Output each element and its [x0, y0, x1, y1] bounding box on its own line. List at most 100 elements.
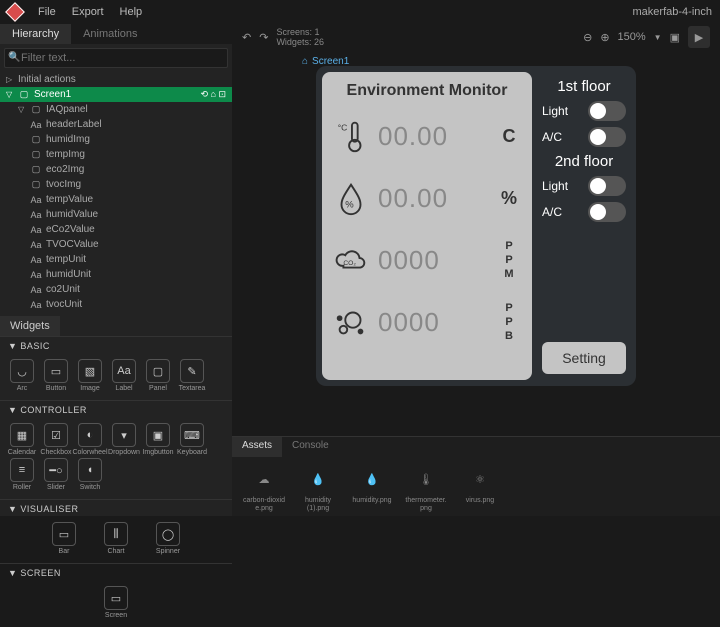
screen-icon: ▢: [18, 89, 30, 100]
widget-slider[interactable]: ━○Slider: [40, 458, 72, 491]
asset-item[interactable]: 💧humidity.png: [350, 463, 394, 513]
widget-dropdown[interactable]: ▾Dropdown: [108, 423, 140, 456]
tree-item-co2Unit[interactable]: Aaco2Unit: [0, 282, 232, 297]
tree-initial-actions[interactable]: ▷Initial actions: [0, 72, 232, 87]
assets-panel: Assets Console ☁carbon-dioxid e.png💧humi…: [232, 436, 720, 516]
filter-input[interactable]: [4, 48, 228, 68]
left-panel: Hierarchy Animations 🔍 ▷Initial actions …: [0, 24, 232, 516]
canvas[interactable]: ⌂ Screen1 Environment Monitor °C 00.00 C…: [232, 50, 720, 436]
tree-item-tempUnit[interactable]: AatempUnit: [0, 252, 232, 267]
zoom-in-icon[interactable]: ⊕: [600, 31, 609, 44]
tree-item-eco2Img[interactable]: ▢eco2Img: [0, 162, 232, 177]
search-icon: 🔍: [8, 52, 20, 63]
widgets-screen: ▼ SCREEN ▭Screen: [0, 563, 232, 627]
chevron-down-icon[interactable]: ▼: [654, 33, 662, 42]
widget-bar[interactable]: ▭Bar: [44, 522, 84, 555]
asset-item[interactable]: 🌡thermometer. png: [404, 463, 448, 513]
widget-label[interactable]: AaLabel: [108, 359, 140, 392]
widget-image[interactable]: ▧Image: [74, 359, 106, 392]
fit-icon[interactable]: ▣: [670, 31, 680, 44]
widgets-tab[interactable]: Widgets: [0, 316, 60, 336]
tree-item-TVOCValue[interactable]: AaTVOCValue: [0, 237, 232, 252]
tree-panel[interactable]: ▽▢IAQpanel: [0, 102, 232, 117]
svg-text:CO₂: CO₂: [343, 260, 356, 267]
switch-f2-light[interactable]: [588, 176, 626, 196]
undo-icon[interactable]: ↶: [242, 31, 251, 44]
widget-panel[interactable]: ▢Panel: [142, 359, 174, 392]
widget-chart[interactable]: ⫼Chart: [96, 522, 136, 555]
widget-imgbutton[interactable]: ▣Imgbutton: [142, 423, 174, 456]
widget-button[interactable]: ▭Button: [40, 359, 72, 392]
tree-item-tempImg[interactable]: ▢tempImg: [0, 147, 232, 162]
env-panel[interactable]: Environment Monitor °C 00.00 C % 00.00 %…: [322, 72, 532, 380]
asset-item[interactable]: ☁carbon-dioxid e.png: [242, 463, 286, 513]
thermometer-icon: °C: [330, 115, 372, 157]
tree-item-humidImg[interactable]: ▢humidImg: [0, 132, 232, 147]
widget-screen[interactable]: ▭Screen: [100, 586, 132, 619]
redo-icon[interactable]: ↷: [259, 31, 268, 44]
co2-value: 0000: [378, 245, 488, 276]
co2-icon: CO₂: [330, 239, 372, 281]
left-tabs: Hierarchy Animations: [0, 24, 232, 44]
tab-hierarchy[interactable]: Hierarchy: [0, 24, 71, 44]
tree-item-eCo2Value[interactable]: AaeCo2Value: [0, 222, 232, 237]
tree-screen1[interactable]: ▽▢Screen1 ⟲ ⌂ ⊡: [0, 87, 232, 102]
tvoc-unit: PPB: [494, 301, 524, 343]
co2-unit: PPM: [494, 239, 524, 281]
env-title: Environment Monitor: [330, 82, 524, 100]
widget-checkbox[interactable]: ☑Checkbox: [40, 423, 72, 456]
tvoc-icon: [330, 301, 372, 343]
zoom-level[interactable]: 150%: [618, 31, 646, 43]
tree-item-humidValue[interactable]: AahumidValue: [0, 207, 232, 222]
tab-assets[interactable]: Assets: [232, 437, 282, 457]
tree-item-tempValue[interactable]: AatempValue: [0, 192, 232, 207]
widget-keyboard[interactable]: ⌨Keyboard: [176, 423, 208, 456]
widget-textarea[interactable]: ✎Textarea: [176, 359, 208, 392]
menu-export[interactable]: Export: [72, 6, 104, 18]
menu-file[interactable]: File: [38, 6, 56, 18]
widgets-basic: ▼ BASIC ◡Arc▭Button▧ImageAaLabel▢Panel✎T…: [0, 336, 232, 400]
tree-item-headerLabel[interactable]: AaheaderLabel: [0, 117, 232, 132]
play-button[interactable]: ▶: [688, 26, 710, 48]
widget-arc[interactable]: ◡Arc: [6, 359, 38, 392]
switch-f1-ac[interactable]: [588, 127, 626, 147]
zoom-out-icon[interactable]: ⊖: [583, 31, 592, 44]
floor2-light: Light: [542, 176, 626, 196]
tree-item-tvocImg[interactable]: ▢tvocImg: [0, 177, 232, 192]
svg-text:%: %: [345, 200, 354, 211]
tree-item-humidUnit[interactable]: AahumidUnit: [0, 267, 232, 282]
asset-item[interactable]: 💧humidity (1).png: [296, 463, 340, 513]
tab-animations[interactable]: Animations: [71, 24, 149, 44]
tree-item-actions[interactable]: ⟲ ⌂ ⊡: [200, 89, 226, 100]
home-icon: ⌂: [302, 56, 308, 67]
floor1-light: Light: [542, 101, 626, 121]
menu-help[interactable]: Help: [120, 6, 143, 18]
widget-calendar[interactable]: ▦Calendar: [6, 423, 38, 456]
breadcrumb[interactable]: ⌂ Screen1: [302, 56, 349, 67]
humidity-icon: %: [330, 177, 372, 219]
widget-roller[interactable]: ≡Roller: [6, 458, 38, 491]
stats: Screens: 1 Widgets: 26: [276, 27, 324, 47]
switch-f1-light[interactable]: [588, 101, 626, 121]
device-preview[interactable]: Environment Monitor °C 00.00 C % 00.00 %…: [316, 66, 636, 386]
svg-text:°C: °C: [338, 122, 348, 132]
widget-spinner[interactable]: ◯Spinner: [148, 522, 188, 555]
tree-item-tvocUnit[interactable]: AatvocUnit: [0, 297, 232, 312]
humid-value: 00.00: [378, 183, 488, 214]
tab-console[interactable]: Console: [282, 437, 339, 457]
widget-colorwheel[interactable]: ◐Colorwheel: [74, 423, 106, 456]
row-co2: CO₂ 0000 PPM: [330, 232, 524, 288]
widget-switch[interactable]: ◖Switch: [74, 458, 106, 491]
temp-unit: C: [494, 129, 524, 143]
filter-wrap: 🔍: [4, 48, 228, 68]
row-humid: % 00.00 %: [330, 170, 524, 226]
app-logo-icon: [5, 2, 25, 22]
hierarchy-tree: ▷Initial actions ▽▢Screen1 ⟲ ⌂ ⊡ ▽▢IAQpa…: [0, 72, 232, 312]
setting-button[interactable]: Setting: [542, 342, 626, 374]
switch-f2-ac[interactable]: [588, 202, 626, 222]
menubar: File Export Help makerfab-4-inch: [0, 0, 720, 24]
main-area: ↶ ↷ Screens: 1 Widgets: 26 ⊖ ⊕ 150% ▼ ▣ …: [232, 24, 720, 516]
asset-item[interactable]: ⚛virus.png: [458, 463, 502, 513]
floor1-ac: A/C: [542, 127, 626, 147]
row-temp: °C 00.00 C: [330, 108, 524, 164]
